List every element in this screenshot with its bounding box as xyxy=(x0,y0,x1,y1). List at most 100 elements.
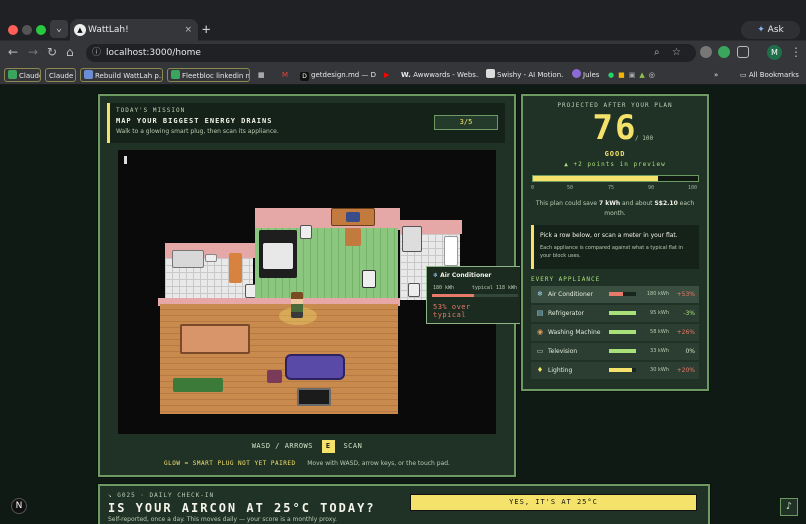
reload-icon[interactable]: ↻ xyxy=(47,45,57,59)
extension-gear-icon[interactable] xyxy=(700,46,712,58)
address-bar[interactable]: ⓘ localhost:3000/home ⌕ ☆ xyxy=(86,44,696,62)
appliance-row-television[interactable]: ▭ Television 33 kWh 0% xyxy=(531,343,699,360)
n-logo-icon: N xyxy=(15,501,23,511)
tab-search-button[interactable]: ⌄ xyxy=(50,20,68,38)
tooltip-delta: 53% over typical xyxy=(433,303,471,319)
minimize-window-button[interactable] xyxy=(22,25,32,35)
new-tab-button[interactable]: + xyxy=(202,19,210,41)
bookmark-getdesign[interactable]: Dgetdesign.md — D... xyxy=(300,68,376,82)
browser-menu-icon[interactable]: ⋮ xyxy=(790,45,802,59)
desk-chair xyxy=(345,228,361,246)
daily-answer-button[interactable]: YES, IT'S AT 25°C xyxy=(410,494,697,511)
check-icon xyxy=(171,70,180,79)
close-window-button[interactable] xyxy=(8,25,18,35)
score-value: 76 xyxy=(592,108,638,148)
appliance-bar-fill xyxy=(609,349,636,353)
appliance-row-washing-machine[interactable]: ◉ Washing Machine 58 kWh +26% xyxy=(531,324,699,341)
bed-sheet xyxy=(263,243,293,269)
glow-label: GLOW = SMART PLUG NOT YET PAIRED xyxy=(164,460,296,467)
bookmark-label: getdesign.md — D... xyxy=(311,71,376,79)
bookmark-claude-1[interactable]: Claude xyxy=(4,68,41,82)
bookmark-label: Claude xyxy=(49,72,74,80)
profile-avatar[interactable]: M xyxy=(767,45,782,60)
swishy-logo-icon xyxy=(486,69,495,78)
check-icon xyxy=(8,70,17,79)
folder-icon: ▭ xyxy=(740,71,749,79)
bulb-icon: ♦ xyxy=(536,366,544,374)
wattlah-favicon-icon: ▲ xyxy=(74,24,86,36)
apps-grid-icon[interactable]: ▦ xyxy=(258,68,268,82)
glow-legend: GLOW = SMART PLUG NOT YET PAIRED Move wi… xyxy=(118,460,496,467)
extensions-puzzle-icon[interactable] xyxy=(737,46,749,58)
appliance-pct: +53% xyxy=(676,291,695,298)
bedroom-wall xyxy=(255,208,400,230)
android-icon: ▲ xyxy=(639,71,649,79)
music-toggle-button[interactable]: ♪ xyxy=(780,498,798,516)
washing-machine[interactable] xyxy=(402,226,422,252)
bedroom-lamp xyxy=(300,225,312,239)
appliance-row-refrigerator[interactable]: ▤ Refrigerator 95 kWh -3% xyxy=(531,305,699,322)
all-bookmarks-button[interactable]: ▭ All Bookmarks xyxy=(740,68,802,82)
score-tick: 0 xyxy=(531,185,535,191)
score-bar-fill xyxy=(533,176,659,181)
ask-gemini-button[interactable]: ✦ Ask Gemini xyxy=(741,21,800,53)
pick-callout: Pick a row below, or scan a meter in you… xyxy=(531,225,699,269)
app-icon: ◎ xyxy=(648,71,659,79)
home-icon[interactable]: ⌂ xyxy=(66,45,74,59)
bookmark-swishy[interactable]: Swishy - AI Motion... xyxy=(486,68,564,82)
tooltip-delta-line2: typical xyxy=(433,311,467,319)
bookmark-awwwards[interactable]: W. Awwwards - Webs... xyxy=(401,68,479,82)
whatsapp-icon: ● xyxy=(608,71,619,79)
bookmark-fleetbloc[interactable]: Fleetbloc linkedin n... xyxy=(167,68,250,82)
next-dev-tools-button[interactable]: N xyxy=(11,498,27,514)
bookmark-claude-2[interactable]: Claude xyxy=(45,68,76,82)
youtube-icon[interactable]: ▶ xyxy=(384,68,394,82)
extension-green-icon[interactable] xyxy=(718,46,730,58)
browser-tab[interactable]: ▲ WattLah! × xyxy=(70,19,198,41)
appliance-row-lighting[interactable]: ♦ Lighting 30 kWh +20% xyxy=(531,362,699,379)
computer-monitor[interactable] xyxy=(346,212,360,222)
site-info-icon[interactable]: ⓘ xyxy=(92,44,101,62)
touch-hint: Move with WASD, arrow keys, or the touch… xyxy=(307,460,450,467)
bookmark-rebuild-wattlah[interactable]: Rebuild WattLah p... xyxy=(80,68,163,82)
tooltip-typical: typical 118 kWh xyxy=(471,285,517,291)
bookmark-icon-row[interactable]: ●■▣▲◎ xyxy=(608,68,688,82)
maximize-window-button[interactable] xyxy=(36,25,46,35)
forward-arrow-icon[interactable]: → xyxy=(28,45,38,59)
tooltip-bar-fill xyxy=(432,294,474,297)
appliance-kwh: 30 kWh xyxy=(650,367,669,373)
kitchen-cupboard xyxy=(229,253,242,283)
appliance-bar-track xyxy=(609,311,636,315)
appliance-bar-fill xyxy=(609,292,623,296)
appliance-name: Washing Machine xyxy=(548,329,601,336)
score-tick: 90 xyxy=(648,185,655,191)
appliance-bar-fill xyxy=(609,311,636,315)
savings-kwh: 7 kWh xyxy=(598,200,621,207)
mission-title: MAP YOUR BIGGEST ENERGY DRAINS xyxy=(116,117,273,125)
scan-label: SCAN xyxy=(343,442,363,450)
zoom-icon[interactable]: ⌕ xyxy=(654,44,660,62)
bookmark-label: Rebuild WattLah p... xyxy=(95,72,163,80)
savings-part: This plan could save xyxy=(535,200,599,207)
kitchen-cabinet xyxy=(172,250,204,268)
appliance-row-air-conditioner[interactable]: ❄ Air Conditioner 180 kWh +53% xyxy=(531,286,699,303)
score-out-of: / 100 xyxy=(635,135,654,142)
tab-title: WattLah! xyxy=(88,25,129,35)
score-tick: 50 xyxy=(567,185,574,191)
more-bookmarks-icon[interactable]: » xyxy=(714,68,724,82)
appliance-pct: -3% xyxy=(683,310,695,317)
television[interactable] xyxy=(297,388,331,406)
bookmark-label: Jules xyxy=(583,71,600,79)
appliance-name: Refrigerator xyxy=(548,310,584,317)
bookmark-label: Fleetbloc linkedin n... xyxy=(182,72,250,80)
gmail-icon[interactable]: M xyxy=(282,68,292,82)
back-arrow-icon[interactable]: ← xyxy=(8,45,18,59)
close-tab-icon[interactable]: × xyxy=(184,19,192,41)
appliance-bar-fill xyxy=(609,368,632,372)
scan-key-button[interactable]: E xyxy=(321,440,335,453)
appliance-kwh: 58 kWh xyxy=(650,329,669,335)
bookmark-jules[interactable]: Jules xyxy=(572,68,602,82)
bookmark-star-icon[interactable]: ☆ xyxy=(672,44,681,62)
bathroom-smart-plug[interactable] xyxy=(408,283,420,297)
tooltip-delta-line1: 53% over xyxy=(433,303,471,311)
